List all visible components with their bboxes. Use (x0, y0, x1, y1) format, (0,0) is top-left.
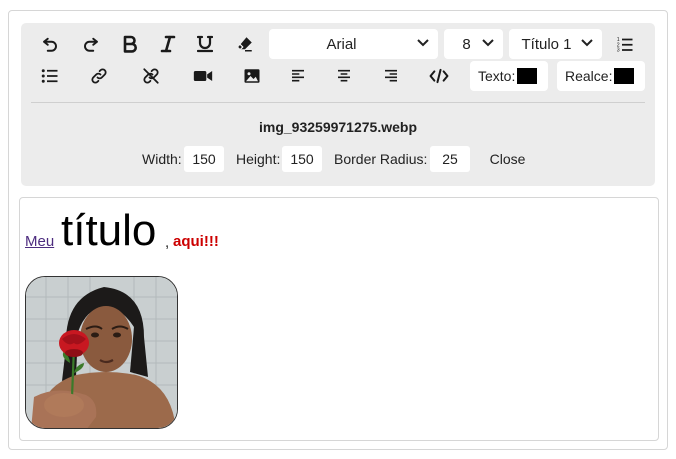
font-family-select[interactable]: Arial (269, 29, 438, 59)
eraser-icon[interactable] (231, 30, 259, 58)
width-label: Width: (142, 151, 182, 167)
text-color-swatch[interactable] (517, 68, 538, 84)
block-format-value: Título 1 (521, 35, 572, 53)
content-separator: , (165, 234, 170, 251)
underline-icon[interactable] (191, 30, 219, 58)
image-filename: img_93259971275.webp (259, 119, 417, 135)
height-input[interactable]: 150 (282, 146, 322, 172)
font-size-value: 8 (462, 35, 471, 53)
chevron-down-icon (479, 38, 497, 50)
width-input[interactable]: 150 (184, 146, 224, 172)
border-radius-input[interactable]: 25 (430, 146, 470, 172)
align-left-icon[interactable] (284, 62, 312, 90)
redo-icon[interactable] (77, 30, 105, 58)
video-icon[interactable] (188, 62, 218, 90)
photo-illustration (26, 277, 177, 428)
border-radius-label: Border Radius: (334, 151, 428, 167)
svg-text:3: 3 (617, 48, 620, 54)
undo-icon[interactable] (36, 30, 64, 58)
chevron-down-icon (414, 38, 432, 50)
content-heading: título (61, 206, 157, 255)
text-color-picker[interactable]: Texto: (470, 61, 548, 91)
unlink-icon[interactable] (136, 62, 166, 90)
italic-icon[interactable] (154, 30, 182, 58)
inserted-image[interactable] (25, 276, 178, 429)
highlight-color-label: Realce: (565, 68, 613, 84)
close-button[interactable]: Close (478, 146, 537, 172)
content-link[interactable]: Meu (25, 233, 54, 250)
content-emphasis: aqui!!! (173, 233, 219, 250)
highlight-color-picker[interactable]: Realce: (557, 61, 645, 91)
highlight-color-swatch[interactable] (614, 68, 635, 84)
image-icon[interactable] (237, 62, 267, 90)
align-right-icon[interactable] (377, 62, 405, 90)
text-color-label: Texto: (478, 68, 516, 84)
font-family-value: Arial (326, 35, 357, 53)
font-size-select[interactable]: 8 (444, 29, 503, 59)
link-icon[interactable] (84, 62, 114, 90)
ordered-list-icon[interactable]: 123 (611, 30, 639, 58)
code-icon[interactable] (424, 62, 454, 90)
align-center-icon[interactable] (330, 62, 358, 90)
block-format-select[interactable]: Título 1 (509, 29, 602, 59)
height-label: Height: (236, 151, 281, 167)
toolbar-divider (31, 102, 645, 103)
chevron-down-icon (578, 38, 596, 50)
bold-icon[interactable] (116, 30, 144, 58)
unordered-list-icon[interactable] (36, 62, 64, 90)
